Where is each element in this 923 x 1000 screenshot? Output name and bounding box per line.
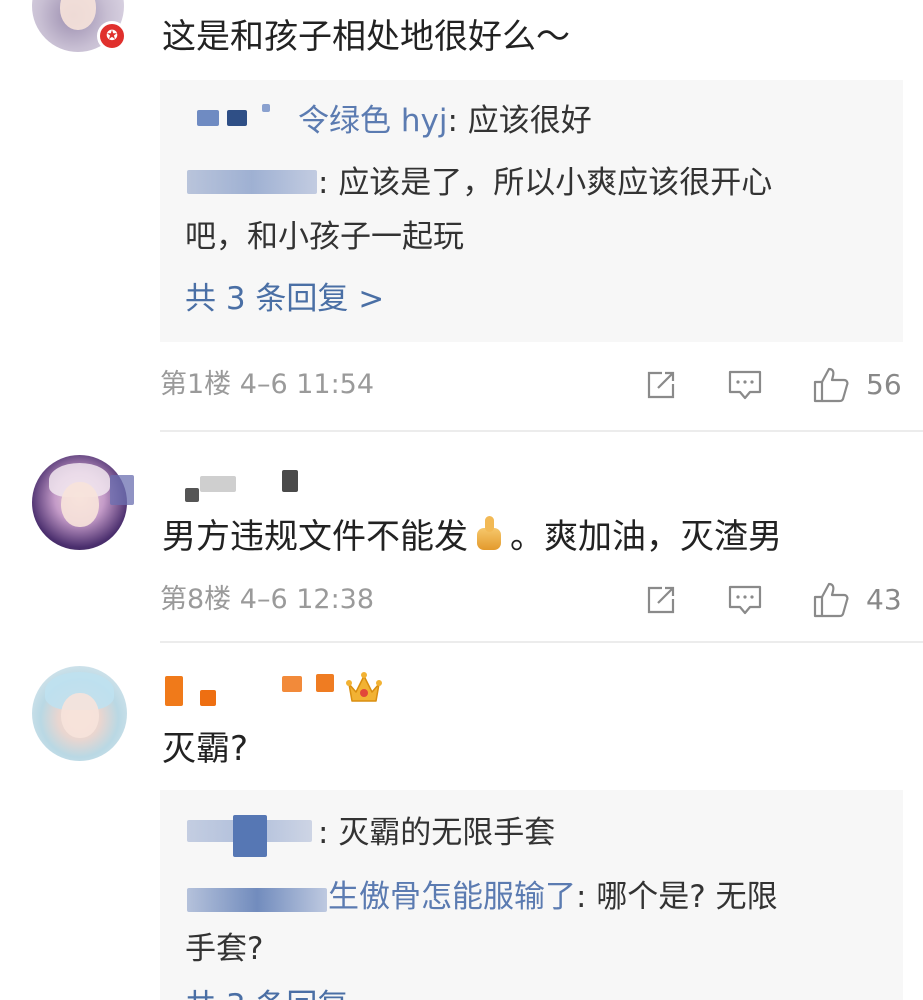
avatar-face — [60, 481, 99, 528]
obscured-username — [233, 815, 267, 857]
obscured-username — [262, 104, 270, 112]
obscured-username — [200, 476, 236, 492]
reply-separator: : — [576, 879, 597, 915]
reply-username[interactable]: 生傲骨怎能服输了 — [328, 879, 576, 915]
share-icon[interactable] — [646, 585, 676, 615]
like-icon[interactable] — [812, 366, 850, 404]
obscured-username — [282, 470, 298, 492]
divider — [160, 641, 923, 643]
reply-separator: : — [318, 815, 339, 851]
floor-label: 第1楼 — [160, 369, 232, 400]
reply-separator: : — [447, 103, 468, 139]
obscured-username — [185, 488, 199, 502]
reply-text: 哪个是? 无限 — [596, 879, 778, 915]
reply-username[interactable]: 令绿色 hyj — [298, 103, 447, 139]
obscured-username — [197, 110, 219, 126]
vip-badge-icon: ✪ — [97, 21, 127, 51]
divider — [160, 430, 923, 432]
reply-line[interactable]: : 灭霸的无限手套 — [318, 812, 555, 854]
comment-text-part: 。爽加油，灭渣男 — [510, 517, 782, 557]
comment-time: 4–6 11:54 — [239, 369, 375, 400]
avatar-badge — [110, 475, 134, 505]
comment-text: 这是和孩子相处地很好么～ — [162, 17, 570, 57]
crown-icon — [346, 672, 382, 702]
obscured-username — [316, 674, 334, 692]
comment-text: 男方违规文件不能发 。爽加油，灭渣男 — [162, 515, 782, 559]
avatar-face — [59, 0, 97, 30]
reply-separator: : — [318, 165, 339, 201]
comment-text: 灭霸? — [162, 729, 249, 769]
comment-meta: 第1楼 4–6 11:54 — [160, 367, 374, 403]
comment-icon[interactable] — [728, 370, 762, 400]
user-avatar[interactable] — [32, 666, 127, 761]
like-icon[interactable] — [812, 581, 850, 619]
obscured-username — [227, 110, 247, 126]
avatar-face — [60, 692, 99, 739]
reply-text: 应该很好 — [467, 103, 592, 139]
share-icon[interactable] — [646, 370, 676, 400]
like-count: 56 — [866, 368, 902, 401]
comment-icon[interactable] — [728, 585, 762, 615]
obscured-username — [200, 690, 216, 706]
thumbs-up-icon — [474, 516, 504, 552]
obscured-username — [187, 170, 317, 194]
reply-text: 灭霸的无限手套 — [338, 815, 556, 851]
obscured-username — [187, 888, 327, 912]
reply-text-continued: 手套? — [185, 931, 264, 967]
reply-text: 应该是了，所以小爽应该很开心 — [338, 165, 773, 201]
like-count: 43 — [866, 583, 902, 616]
reply-line[interactable]: 生傲骨怎能服输了: 哪个是? 无限 — [328, 876, 778, 918]
floor-label: 第8楼 — [160, 584, 232, 615]
obscured-username — [165, 676, 183, 706]
obscured-username — [282, 676, 302, 692]
reply-text-continued: 吧，和小孩子一起玩 — [185, 219, 464, 255]
more-replies-link[interactable]: 共 3 条回复 > — [185, 278, 384, 320]
more-replies-link[interactable]: 共 3 条回复 — [185, 985, 348, 1000]
comment-time: 4–6 12:38 — [239, 584, 375, 615]
comment-meta: 第8楼 4–6 12:38 — [160, 582, 374, 618]
comment-feed: ✪ 这是和孩子相处地很好么～ 令绿色 hyj: 应该很好 : 应该是了，所以小爽… — [0, 0, 923, 1000]
reply-line[interactable]: 令绿色 hyj: 应该很好 — [298, 100, 592, 142]
reply-line[interactable]: : 应该是了，所以小爽应该很开心 — [318, 162, 772, 204]
comment-text-part: 男方违规文件不能发 — [162, 517, 468, 557]
